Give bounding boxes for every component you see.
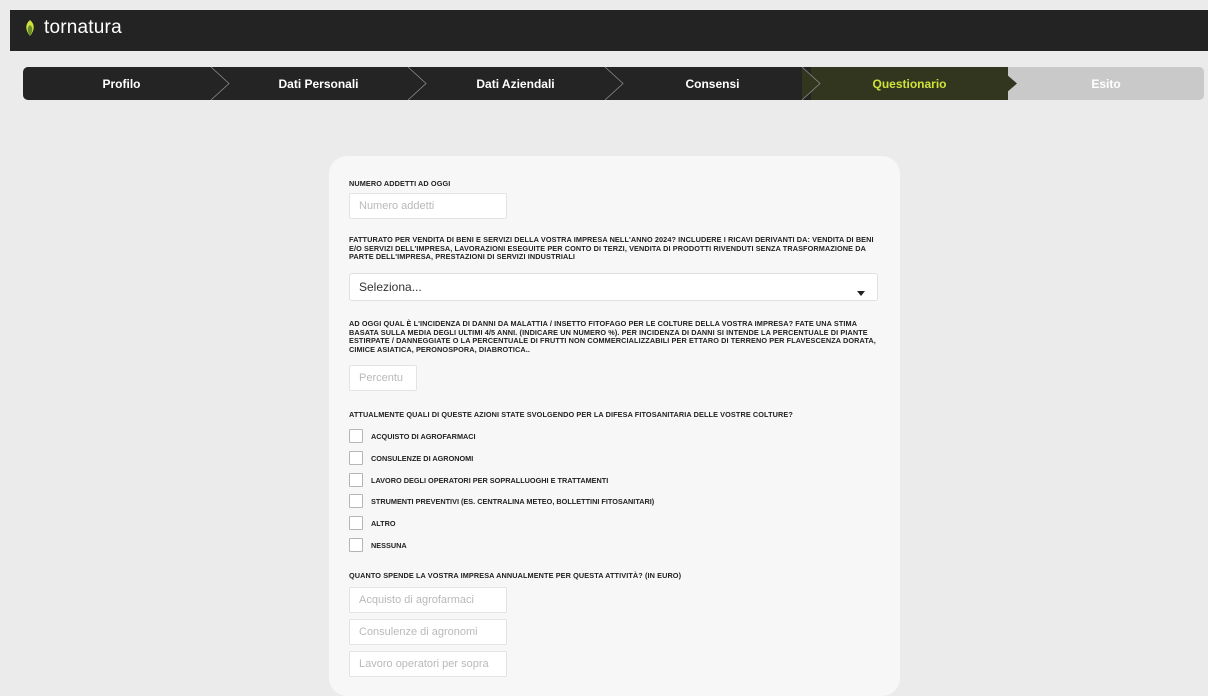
damage-percent-input[interactable]: Percentu bbox=[349, 365, 417, 391]
checkbox-label: ACQUISTO DI AGROFARMACI bbox=[371, 431, 476, 441]
spend-placeholder: Lavoro operatori per sopra bbox=[359, 658, 489, 670]
revenue-select-value: Seleziona... bbox=[359, 280, 422, 294]
actions-label: ATTUALMENTE QUALI DI QUESTE AZIONI STATE… bbox=[349, 410, 793, 419]
step-chevron-icon bbox=[210, 67, 230, 100]
checkbox-label: LAVORO DEGLI OPERATORI PER SOPRALLUOGHI … bbox=[371, 475, 609, 485]
damage-label: AD OGGI QUAL È L'INCIDENZA DI DANNI DA M… bbox=[349, 319, 876, 354]
questionnaire-card: NUMERO ADDETTI AD OGGI Numero addetti FA… bbox=[329, 156, 900, 696]
progress-stepper: Profilo Dati Personali Dati Aziendali Co… bbox=[23, 67, 1204, 100]
spend-label: QUANTO SPENDE LA VOSTRA IMPRESA ANNUALME… bbox=[349, 571, 682, 580]
caret-down-icon bbox=[857, 285, 865, 299]
checkbox[interactable] bbox=[349, 473, 363, 487]
checkbox-label: NESSUNA bbox=[371, 540, 407, 550]
spend-placeholder: Consulenze di agronomi bbox=[359, 626, 478, 638]
step-chevron-icon bbox=[407, 67, 427, 100]
spend-agronomi-input[interactable]: Consulenze di agronomi bbox=[349, 619, 507, 645]
employees-input[interactable]: Numero addetti bbox=[349, 193, 507, 219]
employees-placeholder: Numero addetti bbox=[359, 200, 435, 212]
action-option[interactable]: ACQUISTO DI AGROFARMACI bbox=[349, 429, 476, 443]
revenue-label: FATTURATO PER VENDITA DI BENI E SERVIZI … bbox=[349, 235, 874, 262]
step-chevron-icon bbox=[604, 67, 624, 100]
step-chevron-icon bbox=[998, 67, 1018, 100]
checkbox[interactable] bbox=[349, 538, 363, 552]
step-dati-personali[interactable]: Dati Personali bbox=[220, 67, 427, 100]
checkbox[interactable] bbox=[349, 429, 363, 443]
action-option[interactable]: ALTRO bbox=[349, 516, 396, 530]
checkbox-label: STRUMENTI PREVENTIVI (ES. CENTRALINA MET… bbox=[371, 496, 655, 506]
brand-logo[interactable]: tornatura bbox=[22, 17, 122, 39]
action-option[interactable]: NESSUNA bbox=[349, 538, 407, 552]
top-header: tornatura bbox=[10, 10, 1208, 51]
spend-agrofarmaci-input[interactable]: Acquisto di agrofarmaci bbox=[349, 587, 507, 613]
damage-placeholder: Percentu bbox=[359, 372, 404, 384]
step-label: Esito bbox=[1091, 76, 1121, 91]
leaf-logo-icon bbox=[22, 19, 38, 37]
checkbox-label: ALTRO bbox=[371, 518, 396, 528]
checkbox[interactable] bbox=[349, 516, 363, 530]
employees-label: NUMERO ADDETTI AD OGGI bbox=[349, 179, 451, 188]
step-label: Dati Aziendali bbox=[476, 76, 555, 91]
action-option[interactable]: CONSULENZE DI AGRONOMI bbox=[349, 451, 473, 465]
checkbox[interactable] bbox=[349, 451, 363, 465]
brand-name: tornatura bbox=[44, 17, 122, 38]
checkbox[interactable] bbox=[349, 494, 363, 508]
revenue-select[interactable]: Seleziona... bbox=[349, 273, 878, 301]
action-option[interactable]: STRUMENTI PREVENTIVI (ES. CENTRALINA MET… bbox=[349, 494, 654, 508]
step-questionario[interactable]: Questionario bbox=[811, 67, 1017, 100]
step-esito[interactable]: Esito bbox=[1008, 67, 1204, 100]
step-dati-aziendali[interactable]: Dati Aziendali bbox=[417, 67, 624, 100]
action-option[interactable]: LAVORO DEGLI OPERATORI PER SOPRALLUOGHI … bbox=[349, 473, 608, 487]
step-profilo[interactable]: Profilo bbox=[23, 67, 230, 100]
step-label: Questionario bbox=[872, 76, 947, 91]
step-label: Consensi bbox=[685, 76, 740, 91]
spend-operatori-input[interactable]: Lavoro operatori per sopra bbox=[349, 651, 507, 677]
checkbox-label: CONSULENZE DI AGRONOMI bbox=[371, 453, 474, 463]
step-chevron-icon bbox=[801, 67, 821, 100]
step-consensi[interactable]: Consensi bbox=[614, 67, 821, 100]
step-label: Dati Personali bbox=[278, 76, 359, 91]
step-label: Profilo bbox=[102, 76, 141, 91]
spend-placeholder: Acquisto di agrofarmaci bbox=[359, 594, 474, 606]
